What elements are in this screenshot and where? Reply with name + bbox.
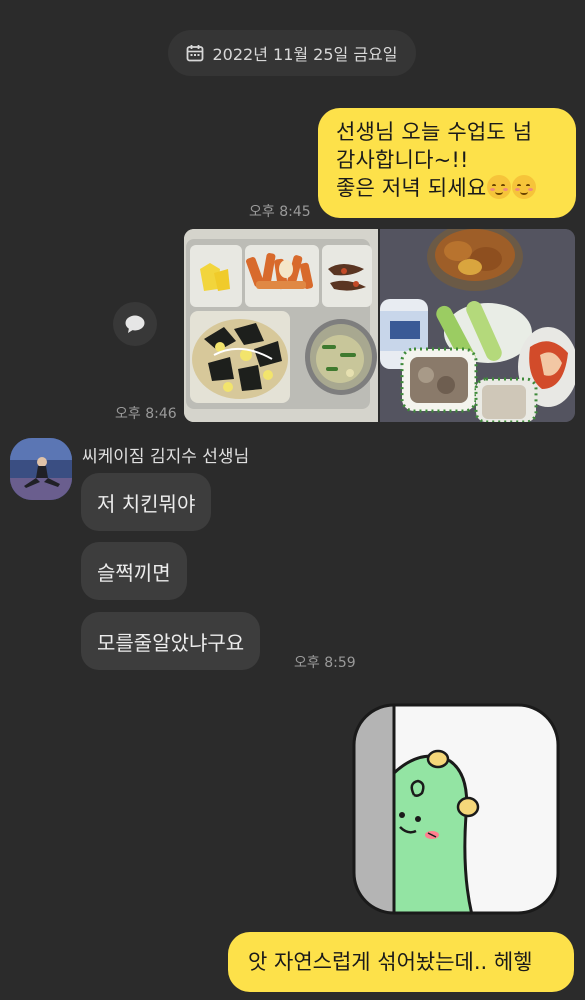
school-lunch-photo[interactable] xyxy=(184,229,378,422)
profile-photo xyxy=(10,438,72,500)
lunch-tray-image xyxy=(184,229,378,422)
date-separator: 2022년 11월 25일 금요일 xyxy=(168,30,416,76)
chat-screen: 2022년 11월 25일 금요일 선생님 오늘 수업도 넘 감사합니다~!! … xyxy=(0,0,585,1000)
message-text: 슬쩍끼면 xyxy=(97,560,171,585)
home-dinner-photo[interactable] xyxy=(380,229,575,422)
avatar[interactable] xyxy=(10,438,72,500)
message-line-with-emoji: 좋은 저녁 되세요 xyxy=(336,174,576,202)
chat-bubble-icon xyxy=(125,315,145,333)
message-text: 저 치킨뭐야 xyxy=(97,491,196,516)
message-line: 선생님 오늘 수업도 넘 xyxy=(336,120,533,144)
smiling-face-icon xyxy=(512,175,537,199)
calendar-icon xyxy=(187,45,204,62)
home-dinner-image xyxy=(380,229,575,422)
date-text: 2022년 11월 25일 금요일 xyxy=(212,45,398,64)
incoming-message-bubble[interactable]: 모를줄알았냐구요 xyxy=(81,612,261,670)
message-timestamp: 오후 8:46 xyxy=(115,406,177,422)
message-timestamp: 오후 8:59 xyxy=(294,655,356,671)
outgoing-message-bubble[interactable]: 선생님 오늘 수업도 넘 감사합니다~!! 좋은 저녁 되세요 xyxy=(318,108,576,218)
message-timestamp: 오후 8:45 xyxy=(249,204,311,220)
dino-sticker-image xyxy=(352,703,560,915)
smiling-face-icon xyxy=(487,175,512,199)
incoming-message-bubble[interactable]: 저 치킨뭐야 xyxy=(81,473,212,531)
message-text: 모를줄알았냐구요 xyxy=(97,630,245,655)
sender-name: 씨케이짐 김지수 선생님 xyxy=(82,447,250,467)
share-button[interactable] xyxy=(113,302,157,346)
outgoing-message-bubble[interactable]: 앗 자연스럽게 섞어놨는데.. 헤헿 xyxy=(228,932,574,992)
message-text: 앗 자연스럽게 섞어놨는데.. 헤헿 xyxy=(248,950,533,974)
green-dino-peeking-sticker[interactable] xyxy=(352,703,560,915)
incoming-message-bubble[interactable]: 슬쩍끼면 xyxy=(81,542,187,600)
message-line: 감사합니다~!! xyxy=(336,148,469,172)
